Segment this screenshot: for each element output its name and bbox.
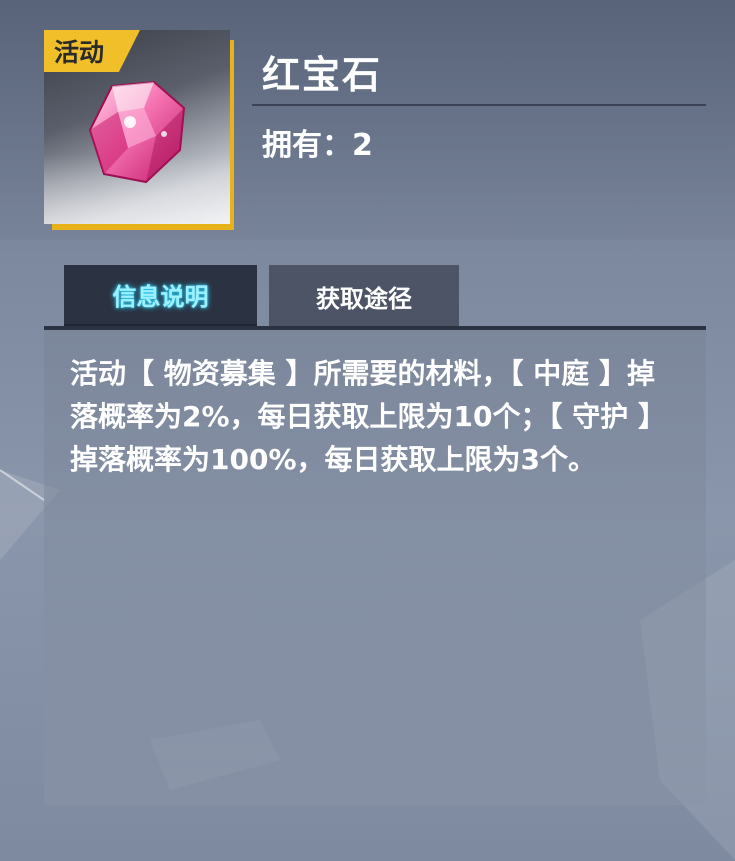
- item-card: 活动: [44, 30, 234, 230]
- description-text: 活动【 物资募集 】所需要的材料，【 中庭 】掉落概率为2%，每日获取上限为10…: [70, 357, 667, 476]
- owned-count-row: 拥有：2: [262, 120, 373, 164]
- owned-count: 2: [352, 128, 373, 163]
- ruby-gem-icon: [88, 80, 186, 184]
- description-panel: 活动【 物资募集 】所需要的材料，【 中庭 】掉落概率为2%，每日获取上限为10…: [44, 330, 706, 805]
- tab-acquisition[interactable]: 获取途径: [269, 265, 459, 327]
- owned-label: 拥有：: [262, 128, 352, 163]
- title-divider: [252, 104, 706, 106]
- item-name: 红宝石: [262, 53, 383, 97]
- tab-info-description[interactable]: 信息说明: [64, 265, 257, 327]
